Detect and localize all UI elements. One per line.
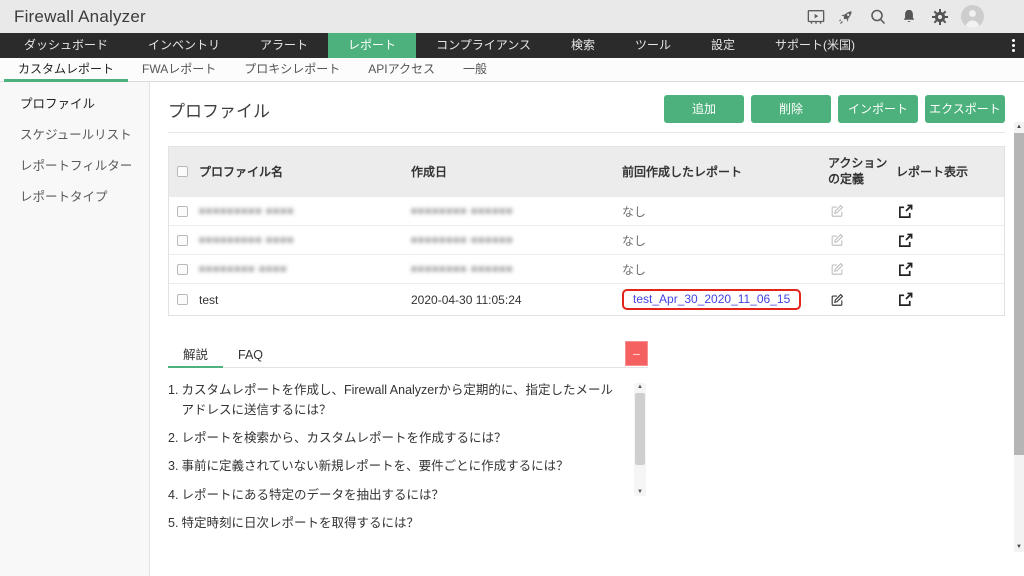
main-nav: ダッシュボード インベントリ アラート レポート コンプライアンス 検索 ツール… bbox=[0, 33, 1024, 58]
tab-faq[interactable]: FAQ bbox=[223, 343, 278, 367]
profile-table: プロファイル名 作成日 前回作成したレポート アクションの定義 レポート表示 ■… bbox=[168, 146, 1005, 316]
table-header-row: プロファイル名 作成日 前回作成したレポート アクションの定義 レポート表示 bbox=[169, 147, 1004, 196]
left-sidebar: プロファイル スケジュールリスト レポートフィルター レポートタイプ bbox=[0, 82, 150, 576]
scroll-down-icon[interactable]: ▼ bbox=[634, 489, 646, 495]
faq-question[interactable]: 1. カスタムレポートを作成し、Firewall Analyzerから定期的に、… bbox=[168, 381, 622, 420]
table-row: ■■■■■■■■■ ■■■■ ■■■■■■■■ ■■■■■■ なし bbox=[169, 225, 1004, 254]
row-checkbox[interactable] bbox=[177, 264, 188, 275]
nav-item-support[interactable]: サポート(米国) bbox=[755, 33, 875, 58]
header-action-definition: アクションの定義 bbox=[828, 147, 896, 196]
select-all-checkbox[interactable] bbox=[177, 166, 188, 177]
demo-video-icon[interactable] bbox=[806, 7, 826, 27]
last-report-none: なし bbox=[622, 261, 646, 278]
header-report-view: レポート表示 bbox=[896, 147, 1004, 196]
header-created-date: 作成日 bbox=[411, 147, 616, 196]
delete-button[interactable]: 削除 bbox=[751, 95, 831, 123]
topbar-icons bbox=[806, 5, 984, 28]
open-report-icon[interactable] bbox=[896, 291, 914, 309]
profile-name: test bbox=[199, 293, 218, 307]
faq-question[interactable]: 3. 事前に定義されていない新規レポートを、要件ごとに作成するには？ bbox=[168, 457, 622, 476]
scrollbar-thumb[interactable] bbox=[635, 393, 645, 465]
tab-proxy-report[interactable]: プロキシレポート bbox=[230, 58, 354, 81]
last-report-none: なし bbox=[622, 203, 646, 220]
table-row: ■■■■■■■■ ■■■■ ■■■■■■■■ ■■■■■■ なし bbox=[169, 254, 1004, 283]
help-scrollbar[interactable]: ▲ ▼ bbox=[634, 383, 646, 496]
help-panel: 解説 FAQ − 1. カスタムレポートを作成し、Firewall Analyz… bbox=[168, 343, 648, 533]
nav-item-search[interactable]: 検索 bbox=[551, 33, 615, 58]
nav-item-reports[interactable]: レポート bbox=[328, 33, 416, 58]
tab-general[interactable]: 一般 bbox=[449, 58, 501, 81]
redacted-profile-name: ■■■■■■■■■ ■■■■ bbox=[199, 206, 294, 217]
main-content: プロファイル 追加 削除 インポート エクスポート プロファイル名 作成日 前回… bbox=[150, 82, 1024, 576]
sidebar-item-report-type[interactable]: レポートタイプ bbox=[0, 180, 149, 211]
tab-explanation[interactable]: 解説 bbox=[168, 343, 223, 367]
table-row: ■■■■■■■■■ ■■■■ ■■■■■■■■ ■■■■■■ なし bbox=[169, 196, 1004, 225]
row-checkbox[interactable] bbox=[177, 206, 188, 217]
open-report-icon[interactable] bbox=[896, 231, 914, 249]
redacted-profile-name: ■■■■■■■■ ■■■■ bbox=[199, 264, 287, 275]
tab-fwa-report[interactable]: FWAレポート bbox=[128, 58, 230, 81]
header-profile-name: プロファイル名 bbox=[199, 147, 411, 196]
faq-question[interactable]: 2. レポートを検索から、カスタムレポートを作成するには？ bbox=[168, 429, 622, 448]
nav-item-settings[interactable]: 設定 bbox=[691, 33, 755, 58]
report-subtabs: カスタムレポート FWAレポート プロキシレポート APIアクセス 一般 bbox=[0, 58, 1024, 82]
faq-question[interactable]: 4. レポートにある特定のデータを抽出するには？ bbox=[168, 486, 622, 505]
edit-action-icon bbox=[828, 260, 846, 278]
nav-item-alerts[interactable]: アラート bbox=[240, 33, 328, 58]
top-bar: Firewall Analyzer bbox=[0, 0, 1024, 33]
header-last-report: 前回作成したレポート bbox=[616, 147, 828, 196]
export-button[interactable]: エクスポート bbox=[925, 95, 1005, 123]
page-title: プロファイル bbox=[168, 97, 270, 122]
page-scrollbar[interactable]: ▲ ▼ bbox=[1014, 122, 1024, 552]
redacted-profile-name: ■■■■■■■■■ ■■■■ bbox=[199, 235, 294, 246]
nav-item-dashboard[interactable]: ダッシュボード bbox=[4, 33, 128, 58]
scroll-up-icon[interactable]: ▲ bbox=[634, 384, 646, 390]
last-report-none: なし bbox=[622, 232, 646, 249]
scroll-down-icon[interactable]: ▼ bbox=[1014, 544, 1024, 550]
open-report-icon[interactable] bbox=[896, 260, 914, 278]
nav-item-compliance[interactable]: コンプライアンス bbox=[416, 33, 551, 58]
nav-item-inventory[interactable]: インベントリ bbox=[128, 33, 240, 58]
scroll-up-icon[interactable]: ▲ bbox=[1014, 124, 1024, 130]
sidebar-item-report-filter[interactable]: レポートフィルター bbox=[0, 149, 149, 180]
overflow-menu-icon[interactable] bbox=[1012, 33, 1015, 58]
last-report-link[interactable]: test_Apr_30_2020_11_06_15 bbox=[633, 292, 790, 306]
minimize-help-button[interactable]: − bbox=[625, 341, 648, 366]
gear-icon[interactable] bbox=[930, 7, 950, 27]
import-button[interactable]: インポート bbox=[838, 95, 918, 123]
edit-action-icon bbox=[828, 231, 846, 249]
bell-icon[interactable] bbox=[899, 7, 919, 27]
rocket-icon[interactable] bbox=[837, 7, 857, 27]
row-checkbox[interactable] bbox=[177, 235, 188, 246]
faq-question[interactable]: 5. 特定時刻に日次レポートを取得するには？ bbox=[168, 514, 622, 533]
sidebar-item-profile[interactable]: プロファイル bbox=[0, 87, 149, 118]
redacted-created-date: ■■■■■■■■ ■■■■■■ bbox=[411, 264, 513, 275]
edit-action-icon[interactable] bbox=[828, 291, 846, 309]
tab-custom-report[interactable]: カスタムレポート bbox=[4, 58, 128, 81]
open-report-icon[interactable] bbox=[896, 202, 914, 220]
nav-item-tools[interactable]: ツール bbox=[615, 33, 691, 58]
sidebar-item-schedule-list[interactable]: スケジュールリスト bbox=[0, 118, 149, 149]
app-title: Firewall Analyzer bbox=[14, 7, 146, 27]
table-row-test: test 2020-04-30 11:05:24 test_Apr_30_202… bbox=[169, 283, 1004, 315]
edit-action-icon bbox=[828, 202, 846, 220]
row-checkbox[interactable] bbox=[177, 294, 188, 305]
user-avatar[interactable] bbox=[961, 5, 984, 28]
redacted-created-date: ■■■■■■■■ ■■■■■■ bbox=[411, 235, 513, 246]
created-date: 2020-04-30 11:05:24 bbox=[411, 293, 522, 307]
red-highlight-box: test_Apr_30_2020_11_06_15 bbox=[622, 289, 801, 310]
faq-question-list: 1. カスタムレポートを作成し、Firewall Analyzerから定期的に、… bbox=[168, 381, 648, 533]
search-icon[interactable] bbox=[868, 7, 888, 27]
profile-toolbar: 追加 削除 インポート エクスポート bbox=[664, 95, 1005, 123]
tab-api-access[interactable]: APIアクセス bbox=[354, 58, 449, 81]
scrollbar-thumb[interactable] bbox=[1014, 133, 1024, 455]
add-button[interactable]: 追加 bbox=[664, 95, 744, 123]
redacted-created-date: ■■■■■■■■ ■■■■■■ bbox=[411, 206, 513, 217]
